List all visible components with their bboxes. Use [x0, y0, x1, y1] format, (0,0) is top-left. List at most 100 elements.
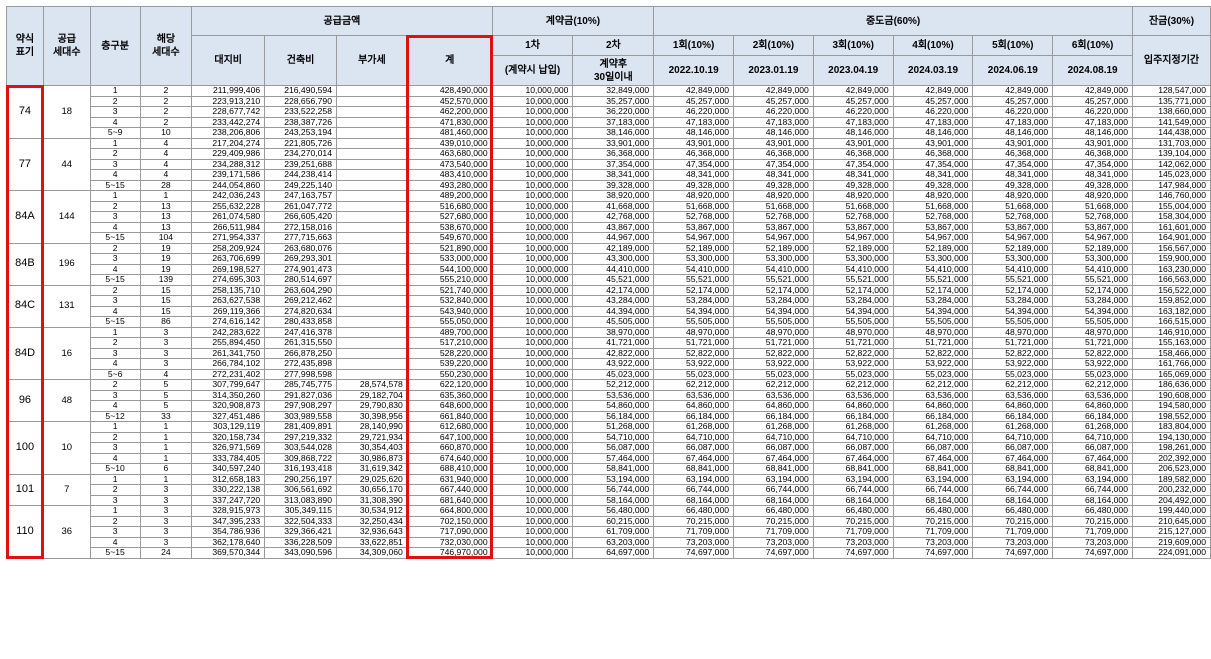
table-row: 2 1 320,158,734 297,219,332 29,721,934 647,10… [7, 431, 1211, 443]
middle-payment-cell: 53,867,000 [653, 221, 735, 233]
floor-cell: 1 [89, 421, 141, 433]
supply-units-cell: 10 [42, 421, 91, 475]
floor-cell: 4 [89, 536, 141, 548]
floor-cell: 4 [89, 452, 141, 464]
middle-payment-cell: 54,967,000 [812, 232, 894, 244]
middle-payment-cell: 53,922,000 [733, 358, 814, 370]
units-cell: 4 [139, 368, 193, 380]
land-cost-cell: 274,616,142 [191, 316, 266, 328]
middle-payment-cell: 43,901,000 [653, 137, 735, 149]
units-cell: 15 [139, 284, 193, 296]
contract-1-cell: 10,000,000 [491, 494, 574, 506]
header-middle-round-6: 6회(10%) [1052, 35, 1133, 56]
contract-1-cell: 10,000,000 [491, 316, 574, 328]
middle-payment-cell: 46,368,000 [892, 148, 974, 160]
floor-cell: 3 [89, 106, 141, 118]
middle-payment-cell: 53,300,000 [972, 253, 1054, 265]
land-cost-cell: 261,074,580 [191, 211, 266, 223]
middle-payment-cell: 43,901,000 [972, 137, 1054, 149]
land-cost-cell: 337,247,720 [191, 494, 266, 506]
middle-payment-cell: 47,354,000 [972, 158, 1054, 170]
middle-payment-cell: 47,354,000 [812, 158, 894, 170]
contract-2-cell: 37,354,000 [572, 158, 655, 170]
contract-1-cell: 10,000,000 [491, 326, 574, 338]
table-row: 4 3 362,178,640 336,228,509 33,622,851 732,03… [7, 536, 1211, 548]
middle-payment-cell: 43,901,000 [812, 137, 894, 149]
middle-payment-cell: 66,184,000 [812, 410, 894, 422]
middle-payment-cell: 46,220,000 [653, 106, 735, 118]
middle-payment-cell: 63,536,000 [972, 389, 1054, 401]
vat-cell: 34,309,060 [336, 547, 408, 559]
land-cost-cell: 327,451,486 [191, 410, 266, 422]
middle-payment-cell: 61,268,000 [812, 421, 894, 433]
balance-cell: 200,232,000 [1132, 484, 1211, 496]
middle-payment-cell: 47,183,000 [653, 116, 735, 128]
contract-1-cell: 10,000,000 [491, 221, 574, 233]
balance-cell: 163,230,000 [1132, 263, 1211, 275]
vat-cell: 31,308,390 [336, 494, 408, 506]
middle-payment-cell: 52,189,000 [972, 242, 1054, 254]
vat-cell: 33,622,851 [336, 536, 408, 548]
table-row: 5~15 24 369,570,344 343,090,596 34,309,060 74… [7, 547, 1211, 559]
header-middle-label: 중도금(60%) [865, 15, 921, 27]
middle-payment-cell: 48,146,000 [892, 127, 974, 139]
header-contract-2: 2차 [572, 35, 655, 56]
table-row: 5~10 6 340,597,240 316,193,418 31,619,342 688… [7, 463, 1211, 475]
header-middle-round-1: 1회(10%) [653, 35, 735, 56]
contract-1-cell: 10,000,000 [491, 116, 574, 128]
units-cell: 3 [139, 505, 193, 517]
land-cost-cell: 271,954,337 [191, 232, 266, 244]
middle-payment-cell: 68,164,000 [733, 494, 814, 506]
middle-payment-cell: 52,189,000 [892, 242, 974, 254]
floor-cell: 5~15 [89, 316, 141, 328]
vat-cell [336, 337, 408, 349]
middle-payment-cell: 42,849,000 [653, 85, 735, 97]
total-cell: 555,050,000 [406, 316, 493, 328]
balance-cell: 202,392,000 [1132, 452, 1211, 464]
land-cost-cell: 255,632,228 [191, 200, 266, 212]
vat-cell [336, 106, 408, 118]
table-row: 2 3 330,222,138 306,561,692 30,656,170 667,44… [7, 484, 1211, 496]
contract-2-cell: 58,164,000 [572, 494, 655, 506]
middle-payment-cell: 48,920,000 [1052, 190, 1133, 202]
middle-payment-cell: 70,215,000 [812, 515, 894, 527]
table-row: 4 19 269,198,527 274,901,473 544,100,000 10,0… [7, 263, 1211, 275]
middle-payment-cell: 55,023,000 [892, 368, 974, 380]
total-cell: 521,740,000 [406, 284, 493, 296]
middle-payment-cell: 61,268,000 [972, 421, 1054, 433]
balance-cell: 141,549,000 [1132, 116, 1211, 128]
middle-payment-cell: 71,709,000 [972, 526, 1054, 538]
middle-payment-cell: 46,368,000 [812, 148, 894, 160]
middle-payment-cell: 74,697,000 [972, 547, 1054, 559]
middle-payment-cell: 52,174,000 [733, 284, 814, 296]
middle-payment-cell: 53,284,000 [812, 295, 894, 307]
balance-cell: 139,104,000 [1132, 148, 1211, 160]
contract-2-cell: 38,970,000 [572, 326, 655, 338]
balance-cell: 183,804,000 [1132, 421, 1211, 433]
vat-cell [336, 221, 408, 233]
total-cell: 702,150,000 [406, 515, 493, 527]
middle-payment-cell: 53,867,000 [812, 221, 894, 233]
table-row: 100 10 1 1 303,129,119 281,409,891 28,140,990 6… [6, 421, 1211, 475]
middle-payment-cell: 43,901,000 [1052, 137, 1133, 149]
middle-payment-cell: 52,174,000 [1052, 284, 1133, 296]
balance-cell: 146,760,000 [1132, 190, 1211, 202]
middle-payment-cell: 48,341,000 [972, 169, 1054, 181]
total-cell: 527,680,000 [406, 211, 493, 223]
header-contract-label: 계약금(10%) [545, 15, 601, 27]
middle-payment-cell: 48,970,000 [972, 326, 1054, 338]
contract-1-cell: 10,000,000 [491, 211, 574, 223]
balance-cell: 164,901,000 [1132, 232, 1211, 244]
building-cost-cell: 336,228,509 [264, 536, 337, 548]
vat-cell [336, 253, 408, 265]
vat-cell [336, 127, 408, 139]
header-supply-amount: 공급금액 [191, 6, 493, 36]
total-cell: 732,030,000 [406, 536, 493, 548]
contract-1-cell: 10,000,000 [491, 169, 574, 181]
land-cost-cell: 330,222,138 [191, 484, 266, 496]
middle-payment-cell: 67,464,000 [972, 452, 1054, 464]
floor-cell: 1 [89, 190, 141, 202]
middle-payment-cell: 73,203,000 [972, 536, 1054, 548]
total-cell: 462,200,000 [406, 106, 493, 118]
header-supply-amount-label: 공급금액 [323, 15, 361, 27]
